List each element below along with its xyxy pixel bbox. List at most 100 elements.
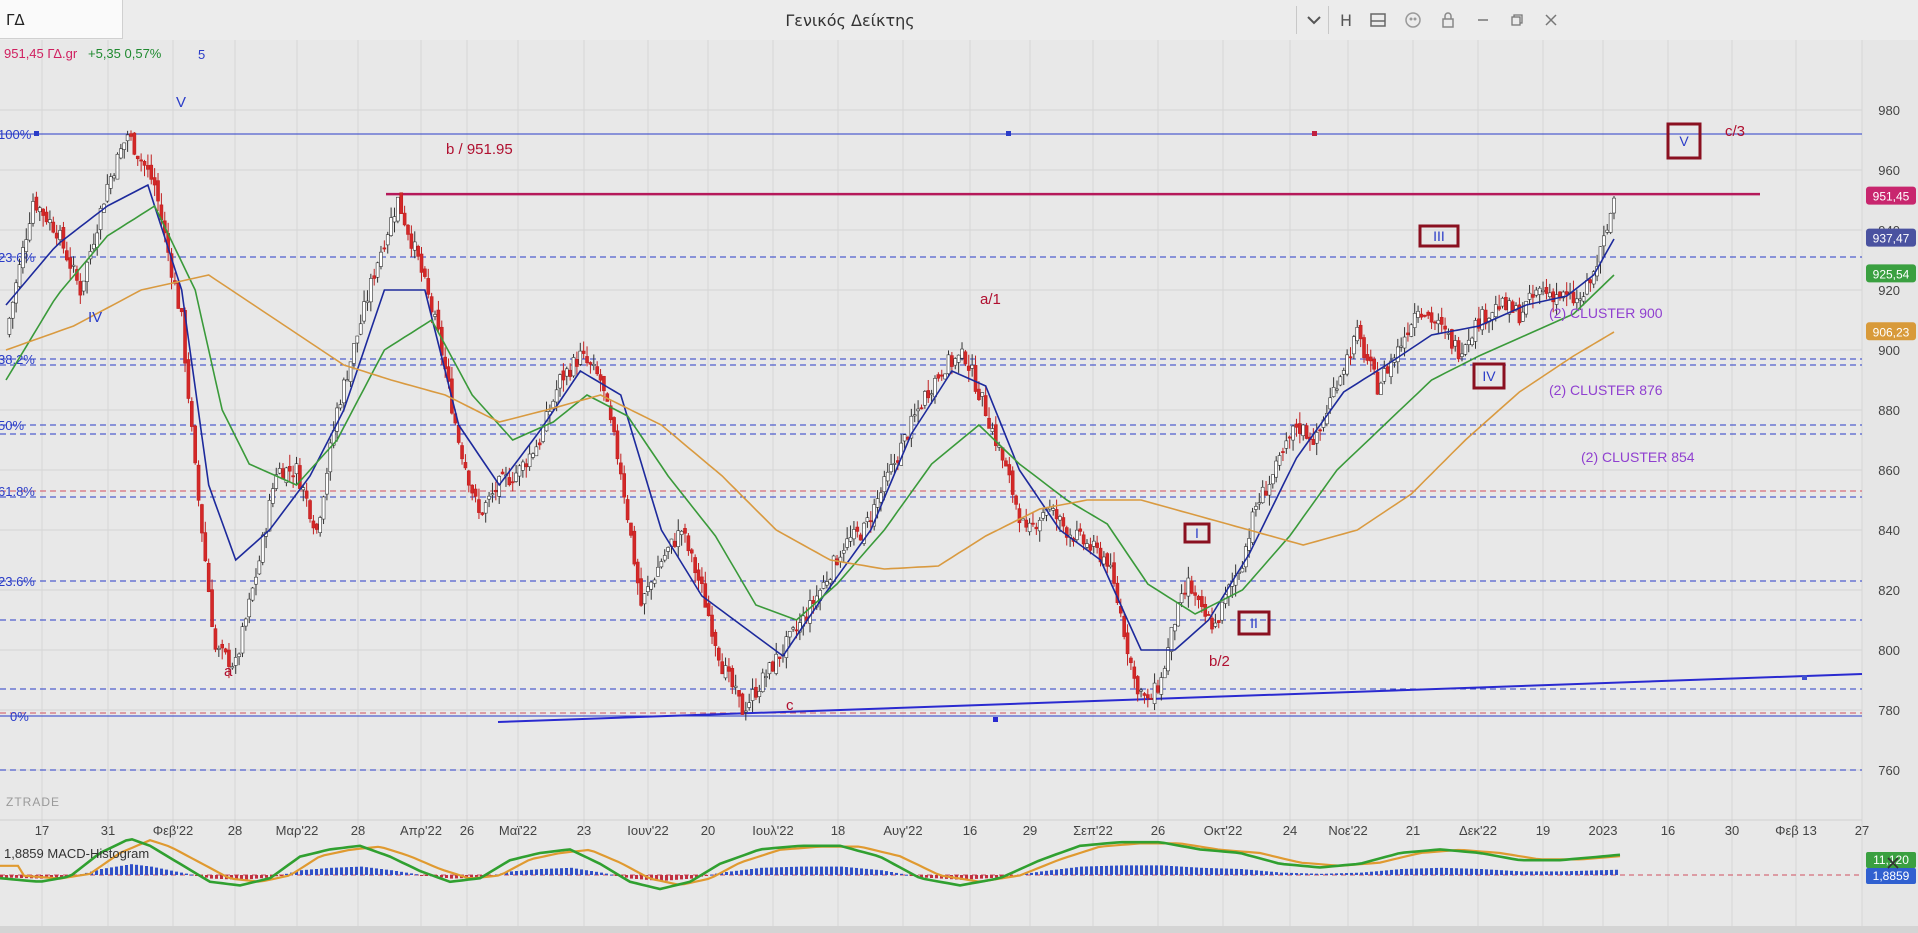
histogram-bar bbox=[1510, 870, 1513, 875]
candle-body bbox=[933, 378, 937, 398]
histogram-bar bbox=[765, 867, 768, 875]
histogram-bar bbox=[355, 866, 358, 875]
histogram-bar bbox=[855, 867, 858, 875]
histogram-bar bbox=[1145, 865, 1148, 875]
histogram-bar bbox=[280, 875, 283, 876]
candle-body bbox=[848, 537, 853, 542]
candle-body bbox=[808, 600, 812, 624]
candle-body bbox=[1372, 358, 1376, 370]
candle-body bbox=[426, 278, 431, 295]
candle-body bbox=[244, 618, 248, 627]
y-tick-label: 900 bbox=[1878, 343, 1900, 358]
candle-body bbox=[308, 500, 312, 520]
candle-body bbox=[1260, 486, 1265, 504]
candle-body bbox=[960, 348, 964, 359]
chevron-down-icon bbox=[1307, 16, 1321, 25]
candle-body bbox=[105, 184, 110, 202]
candle-body bbox=[355, 335, 360, 344]
candle-body bbox=[825, 581, 829, 586]
candle-body bbox=[58, 230, 62, 241]
minimize-button[interactable] bbox=[1470, 8, 1496, 32]
candle-body bbox=[92, 243, 96, 250]
candle-body bbox=[882, 476, 887, 493]
candle-body bbox=[1250, 511, 1255, 543]
candle-body bbox=[1534, 289, 1539, 296]
histogram-bar bbox=[1340, 873, 1343, 875]
candle-body bbox=[1301, 424, 1306, 437]
candle-body bbox=[639, 578, 643, 606]
candle-body bbox=[342, 379, 346, 404]
candle-body bbox=[436, 309, 441, 330]
candle-body bbox=[1034, 526, 1039, 530]
histogram-bar bbox=[575, 868, 578, 875]
candle-body bbox=[764, 676, 768, 678]
histogram-bar bbox=[215, 875, 218, 879]
candle-body bbox=[1470, 337, 1474, 346]
link-button[interactable] bbox=[1400, 8, 1426, 32]
histogram-bar bbox=[725, 872, 728, 875]
candle-body bbox=[943, 373, 947, 380]
histogram-bar bbox=[560, 868, 563, 875]
close-button[interactable] bbox=[1538, 8, 1564, 32]
layout-button[interactable] bbox=[1366, 8, 1390, 32]
histogram-bar bbox=[925, 875, 928, 878]
histogram-bar bbox=[300, 870, 303, 875]
x-tick-label: Νοε'22 bbox=[1328, 823, 1367, 838]
histogram-bar bbox=[1075, 867, 1078, 875]
candle-body bbox=[953, 358, 958, 366]
price-chart[interactable]: 7607808008208408608809009209409609801731… bbox=[0, 40, 1918, 926]
histogram-bar bbox=[935, 875, 938, 879]
lock-button[interactable] bbox=[1436, 8, 1460, 32]
restore-button[interactable] bbox=[1504, 8, 1530, 32]
candle-body bbox=[1007, 464, 1012, 476]
histogram-bar bbox=[1270, 871, 1273, 875]
x-tick-label: Απρ'22 bbox=[400, 823, 442, 838]
histogram-bar bbox=[1610, 869, 1613, 875]
h-button[interactable]: H bbox=[1334, 8, 1358, 32]
histogram-bar bbox=[930, 875, 933, 878]
histogram-bar bbox=[1585, 870, 1588, 875]
histogram-bar bbox=[1420, 868, 1423, 875]
candle-body bbox=[865, 517, 870, 522]
lock-icon bbox=[1442, 12, 1454, 28]
histogram-bar bbox=[310, 869, 313, 875]
interval-label: 5 bbox=[198, 47, 205, 62]
candle-body bbox=[419, 253, 424, 273]
candle-body bbox=[1375, 371, 1380, 395]
minimize-icon bbox=[1478, 19, 1488, 21]
dropdown-button[interactable] bbox=[1300, 8, 1328, 32]
title-bar: ΓΔ Γενικός Δείκτης H bbox=[0, 0, 1918, 41]
histogram-bar bbox=[1550, 871, 1553, 875]
histogram-bar bbox=[1410, 868, 1413, 875]
fib-level-label: 23.6% bbox=[0, 250, 35, 265]
quote-change: +5,35 0,57% bbox=[88, 46, 162, 61]
candle-body bbox=[406, 224, 410, 235]
candle-body bbox=[1122, 615, 1126, 637]
candle-body bbox=[1298, 423, 1302, 434]
histogram-bar bbox=[1575, 870, 1578, 875]
histogram-bar bbox=[15, 875, 18, 878]
histogram-bar bbox=[1060, 869, 1063, 875]
candle-body bbox=[460, 445, 464, 460]
candle-body bbox=[1541, 289, 1545, 292]
histogram-bar bbox=[810, 866, 813, 875]
candle-body bbox=[210, 589, 214, 628]
candle-body bbox=[510, 481, 515, 484]
candle-body bbox=[233, 657, 238, 666]
candle-body bbox=[1061, 517, 1066, 527]
candle-body bbox=[622, 473, 627, 498]
candle-body bbox=[1210, 617, 1214, 630]
watermark: ZTRADE bbox=[6, 795, 60, 809]
histogram-bar bbox=[1180, 866, 1183, 875]
histogram-bar bbox=[1565, 871, 1568, 875]
candle-body bbox=[301, 487, 306, 491]
histogram-bar bbox=[1470, 868, 1473, 875]
candle-body bbox=[1206, 614, 1211, 616]
x-tick-label: 2023 bbox=[1589, 823, 1618, 838]
candle-body bbox=[1102, 556, 1106, 565]
candle-body bbox=[1406, 332, 1410, 336]
histogram-bar bbox=[1260, 870, 1263, 875]
histogram-bar bbox=[905, 874, 908, 876]
histogram-bar bbox=[865, 868, 868, 875]
candle-body bbox=[1362, 337, 1366, 358]
